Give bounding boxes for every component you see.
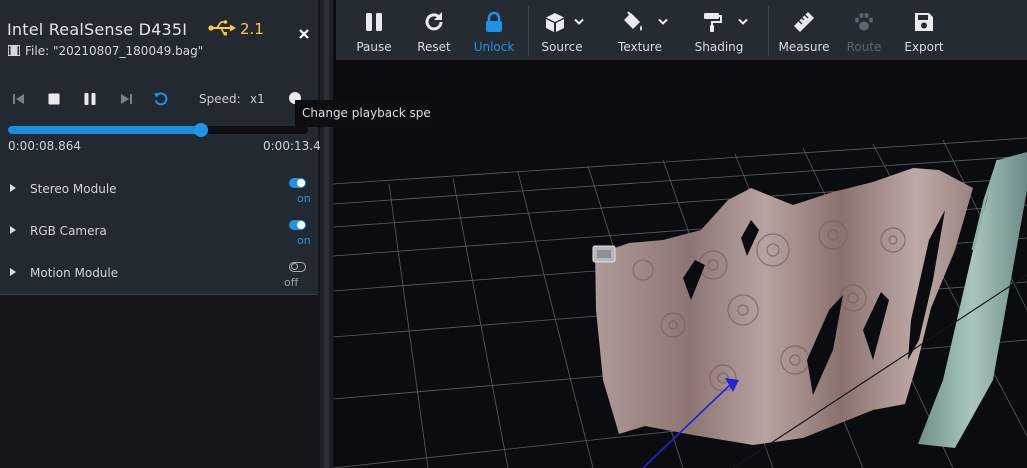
cloth-surface: [595, 168, 973, 445]
time-current: 0:00:08.864: [8, 139, 81, 153]
unlock-button[interactable]: Unlock: [466, 0, 522, 60]
paint-roller-icon: [704, 13, 722, 32]
pause-label: Pause: [356, 40, 392, 54]
device-card: Intel RealSense D435I 2.1 File: "2021080…: [0, 0, 321, 295]
module-label: Motion Module: [30, 266, 119, 280]
ruler-icon: [794, 12, 814, 32]
module-row-motion[interactable]: Motion Module off: [0, 260, 318, 302]
pause-playback-button[interactable]: [82, 91, 98, 107]
point-cloud-scene[interactable]: [333, 60, 1027, 468]
motion-module-toggle[interactable]: [289, 262, 306, 272]
playback-controls: [0, 82, 318, 118]
toolbar-divider: [768, 6, 769, 56]
speed-label: Speed:: [199, 92, 241, 106]
measure-label: Measure: [778, 40, 830, 54]
expand-arrow-icon[interactable]: [10, 184, 16, 192]
reset-label: Reset: [417, 40, 451, 54]
route-label: Route: [846, 40, 882, 54]
refresh-icon: [425, 12, 443, 31]
3d-viewport[interactable]: [333, 60, 1027, 468]
module-state: on: [297, 192, 311, 205]
usb-version: 2.1: [240, 20, 264, 38]
module-label: Stereo Module: [30, 182, 117, 196]
device-header: Intel RealSense D435I 2.1 File: "2021080…: [0, 0, 318, 70]
export-label: Export: [904, 40, 944, 54]
source-label: Source: [541, 40, 583, 54]
usb-icon: [208, 20, 236, 36]
time-total: 0:00:13.4: [263, 139, 321, 153]
source-button[interactable]: Source: [532, 0, 592, 60]
seek-thumb[interactable]: [194, 123, 209, 137]
speed-tooltip: Change playback speed: [295, 100, 431, 127]
chevron-down-icon: [738, 18, 748, 25]
speed-value: x1: [250, 92, 265, 106]
step-back-button[interactable]: [11, 91, 27, 107]
panel-splitter[interactable]: [320, 0, 333, 468]
module-state: on: [297, 234, 311, 247]
shading-label: Shading: [694, 40, 744, 54]
pause-icon: [366, 13, 382, 31]
save-icon: [915, 13, 933, 31]
paint-bucket-icon: [624, 11, 642, 31]
stop-button[interactable]: [46, 91, 62, 107]
rgb-camera-toggle[interactable]: [289, 220, 306, 230]
seek-progress: [8, 126, 202, 134]
texture-label: Texture: [618, 40, 662, 54]
unlock-label: Unlock: [473, 40, 515, 54]
device-name: Intel RealSense D435I: [7, 20, 188, 39]
reset-button[interactable]: Reset: [406, 0, 462, 60]
expand-arrow-icon[interactable]: [10, 226, 16, 234]
seek-bar[interactable]: [8, 123, 308, 137]
toolbar-divider: [528, 6, 529, 56]
module-row-stereo[interactable]: Stereo Module on: [0, 176, 318, 218]
measure-button[interactable]: Measure: [774, 0, 834, 60]
lock-icon: [486, 11, 502, 32]
loop-icon[interactable]: [153, 91, 169, 107]
step-forward-button[interactable]: [118, 91, 134, 107]
cube-icon: [546, 13, 564, 32]
expand-arrow-icon[interactable]: [10, 268, 16, 276]
file-label: File: "20210807_180049.bag": [25, 44, 204, 58]
paw-icon: [855, 12, 873, 31]
device-panel: Intel RealSense D435I 2.1 File: "2021080…: [0, 0, 321, 468]
stereo-module-toggle[interactable]: [289, 178, 306, 188]
close-icon: [299, 29, 309, 39]
module-row-rgb[interactable]: RGB Camera on: [0, 218, 318, 260]
chevron-down-icon: [658, 18, 668, 25]
module-state: off: [284, 276, 299, 289]
chevron-down-icon: [574, 18, 584, 25]
camera-marker: [592, 245, 616, 263]
pause-button[interactable]: Pause: [346, 0, 402, 60]
texture-button[interactable]: Texture: [610, 0, 670, 60]
route-button[interactable]: Route: [836, 0, 892, 60]
viewer-toolbar: Pause Reset Unlock Source Texture Shadin…: [336, 0, 1027, 60]
export-button[interactable]: Export: [896, 0, 952, 60]
splitter-grip[interactable]: [324, 0, 329, 468]
close-device-button[interactable]: [297, 27, 311, 41]
shading-button[interactable]: Shading: [688, 0, 750, 60]
film-icon: [8, 45, 20, 56]
module-label: RGB Camera: [30, 224, 107, 238]
